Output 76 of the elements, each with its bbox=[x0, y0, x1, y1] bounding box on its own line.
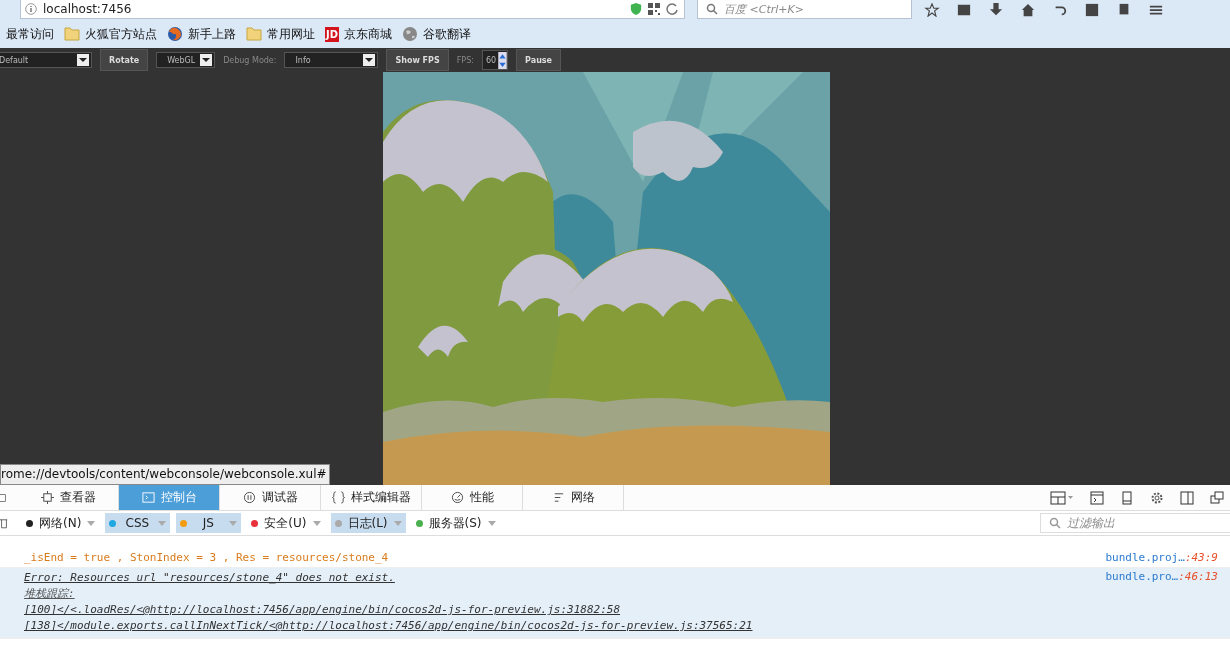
layout-icon[interactable] bbox=[1050, 490, 1074, 505]
source-link[interactable]: bundle.pro…:46:13 bbox=[1105, 570, 1218, 634]
address-bar[interactable]: localhost:7456 bbox=[20, 0, 685, 19]
jd-badge-icon: JD bbox=[325, 26, 340, 42]
search-field[interactable]: 百度 <Ctrl+K> bbox=[697, 0, 912, 19]
bookmark-item[interactable]: 最常访问 bbox=[6, 25, 54, 43]
menu-icon[interactable] bbox=[1148, 3, 1164, 17]
filter-output-field[interactable]: 过滤输出 bbox=[1040, 513, 1230, 533]
fps-spinner[interactable]: 60 bbox=[481, 50, 509, 70]
search-icon bbox=[706, 3, 718, 15]
filter-placeholder: 过滤输出 bbox=[1067, 514, 1115, 532]
separate-window-icon[interactable] bbox=[1210, 490, 1224, 505]
bookmark-item[interactable]: 常用网址 bbox=[246, 25, 315, 43]
devtools-tab[interactable]: 样式编辑器 bbox=[321, 485, 422, 510]
filter-toggle[interactable]: 网络(N) bbox=[22, 513, 100, 533]
caret-icon bbox=[363, 54, 376, 66]
dropdown[interactable]: WebGL bbox=[156, 52, 216, 68]
toolbar-button[interactable]: Show FPS bbox=[386, 49, 449, 71]
toolbar-label: FPS: bbox=[456, 55, 474, 65]
log-text: _isEnd = true , StonIndex = 3 , Res = resources/stone_4 bbox=[24, 551, 389, 564]
spin-arrows-icon bbox=[498, 51, 508, 69]
info-icon[interactable] bbox=[25, 3, 37, 15]
filter-toggle[interactable]: JS bbox=[176, 513, 242, 533]
toolbar-button[interactable]: Rotate bbox=[100, 49, 149, 71]
phone-icon[interactable] bbox=[1120, 490, 1134, 505]
braces-icon bbox=[331, 491, 345, 504]
dropdown[interactable]: Info bbox=[284, 52, 379, 68]
search-placeholder: 百度 <Ctrl+K> bbox=[724, 1, 804, 17]
caret-icon bbox=[200, 54, 213, 66]
stack-frame: [100]</<.loadRes/<@http://localhost:7456/app/engine/bin/cocos2d-js-for-preview.js:31882:58 bbox=[24, 602, 753, 618]
status-url-tooltip: rome://devtools/content/webconsole/webconsole.xul# bbox=[0, 464, 330, 485]
element-picker-icon[interactable] bbox=[0, 491, 8, 504]
url-text: localhost:7456 bbox=[43, 2, 133, 16]
dropdown-caret-icon bbox=[487, 520, 496, 526]
caret-icon bbox=[77, 54, 89, 66]
trash-icon[interactable] bbox=[0, 516, 8, 530]
dropdown-caret-icon bbox=[158, 520, 167, 526]
devtools-tab[interactable]: 调试器 bbox=[220, 485, 321, 510]
scratchpad-icon[interactable] bbox=[1090, 490, 1104, 505]
qr-code-icon[interactable] bbox=[648, 3, 660, 15]
download-icon[interactable] bbox=[988, 3, 1004, 17]
toolbar-label: Debug Mode: bbox=[223, 55, 277, 65]
pause-icon bbox=[242, 491, 256, 504]
dropdown-caret-icon bbox=[393, 520, 402, 526]
console-icon bbox=[141, 491, 155, 504]
gauge-icon bbox=[450, 491, 464, 504]
bookmark-item[interactable]: JD 京东商城 bbox=[325, 25, 393, 43]
filter-toggle[interactable]: 服务器(S) bbox=[411, 513, 500, 533]
devtools-tab[interactable]: 网络 bbox=[523, 485, 624, 510]
folder-icon bbox=[64, 26, 80, 42]
shield-icon[interactable] bbox=[630, 3, 642, 15]
frame-icon bbox=[40, 491, 54, 504]
globe-icon bbox=[402, 26, 419, 42]
reload-icon[interactable] bbox=[666, 3, 678, 15]
stack-trace-label: 堆栈跟踪: bbox=[24, 586, 76, 602]
home-icon[interactable] bbox=[1020, 3, 1036, 17]
search-icon bbox=[1049, 517, 1061, 529]
error-message: Error: Resources url "resources/stone_4" does not exist. bbox=[24, 570, 396, 586]
settings-icon[interactable] bbox=[1150, 490, 1164, 505]
filter-toggle[interactable]: CSS bbox=[105, 513, 171, 533]
toolbar-button[interactable]: Pause bbox=[516, 49, 562, 71]
source-link[interactable]: bundle.proj…:43:9 bbox=[1105, 551, 1218, 563]
split-pane-icon[interactable] bbox=[1180, 490, 1194, 505]
filter-toggle[interactable]: 安全(U) bbox=[247, 513, 325, 533]
star-icon[interactable] bbox=[924, 3, 940, 17]
dropdown-caret-icon bbox=[312, 520, 321, 526]
bookmark-item[interactable]: 火狐官方站点 bbox=[64, 25, 157, 43]
devtools-tab[interactable]: 性能 bbox=[422, 485, 523, 510]
folder-icon bbox=[246, 26, 262, 42]
dropdown-caret-icon bbox=[229, 520, 238, 526]
stack-frame: [138]</module.exports.callInNextTick/<@http://localhost:7456/app/engine/bin/cocos2d-js-for-preview.js:37565:21 bbox=[24, 618, 753, 634]
bookmark-item[interactable]: 谷歌翻译 bbox=[402, 25, 472, 43]
dropdown[interactable]: Default bbox=[0, 52, 92, 68]
dropdown-caret-icon bbox=[87, 520, 96, 526]
filter-toggle[interactable]: 日志(L) bbox=[330, 513, 406, 533]
bookmark-item[interactable]: 新手上路 bbox=[167, 25, 236, 43]
